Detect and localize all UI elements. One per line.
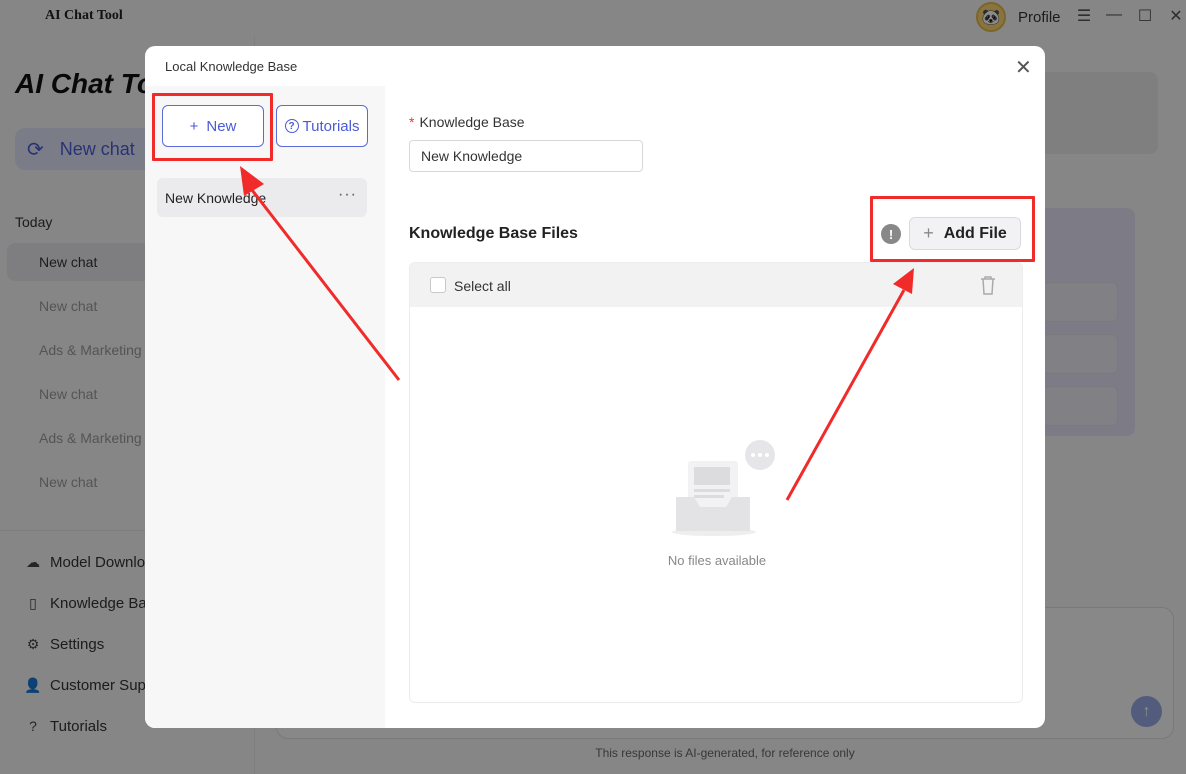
arrow-to-new-button bbox=[250, 189, 401, 381]
annotation-arrows bbox=[240, 166, 914, 501]
arrow-to-add-file bbox=[785, 289, 906, 501]
